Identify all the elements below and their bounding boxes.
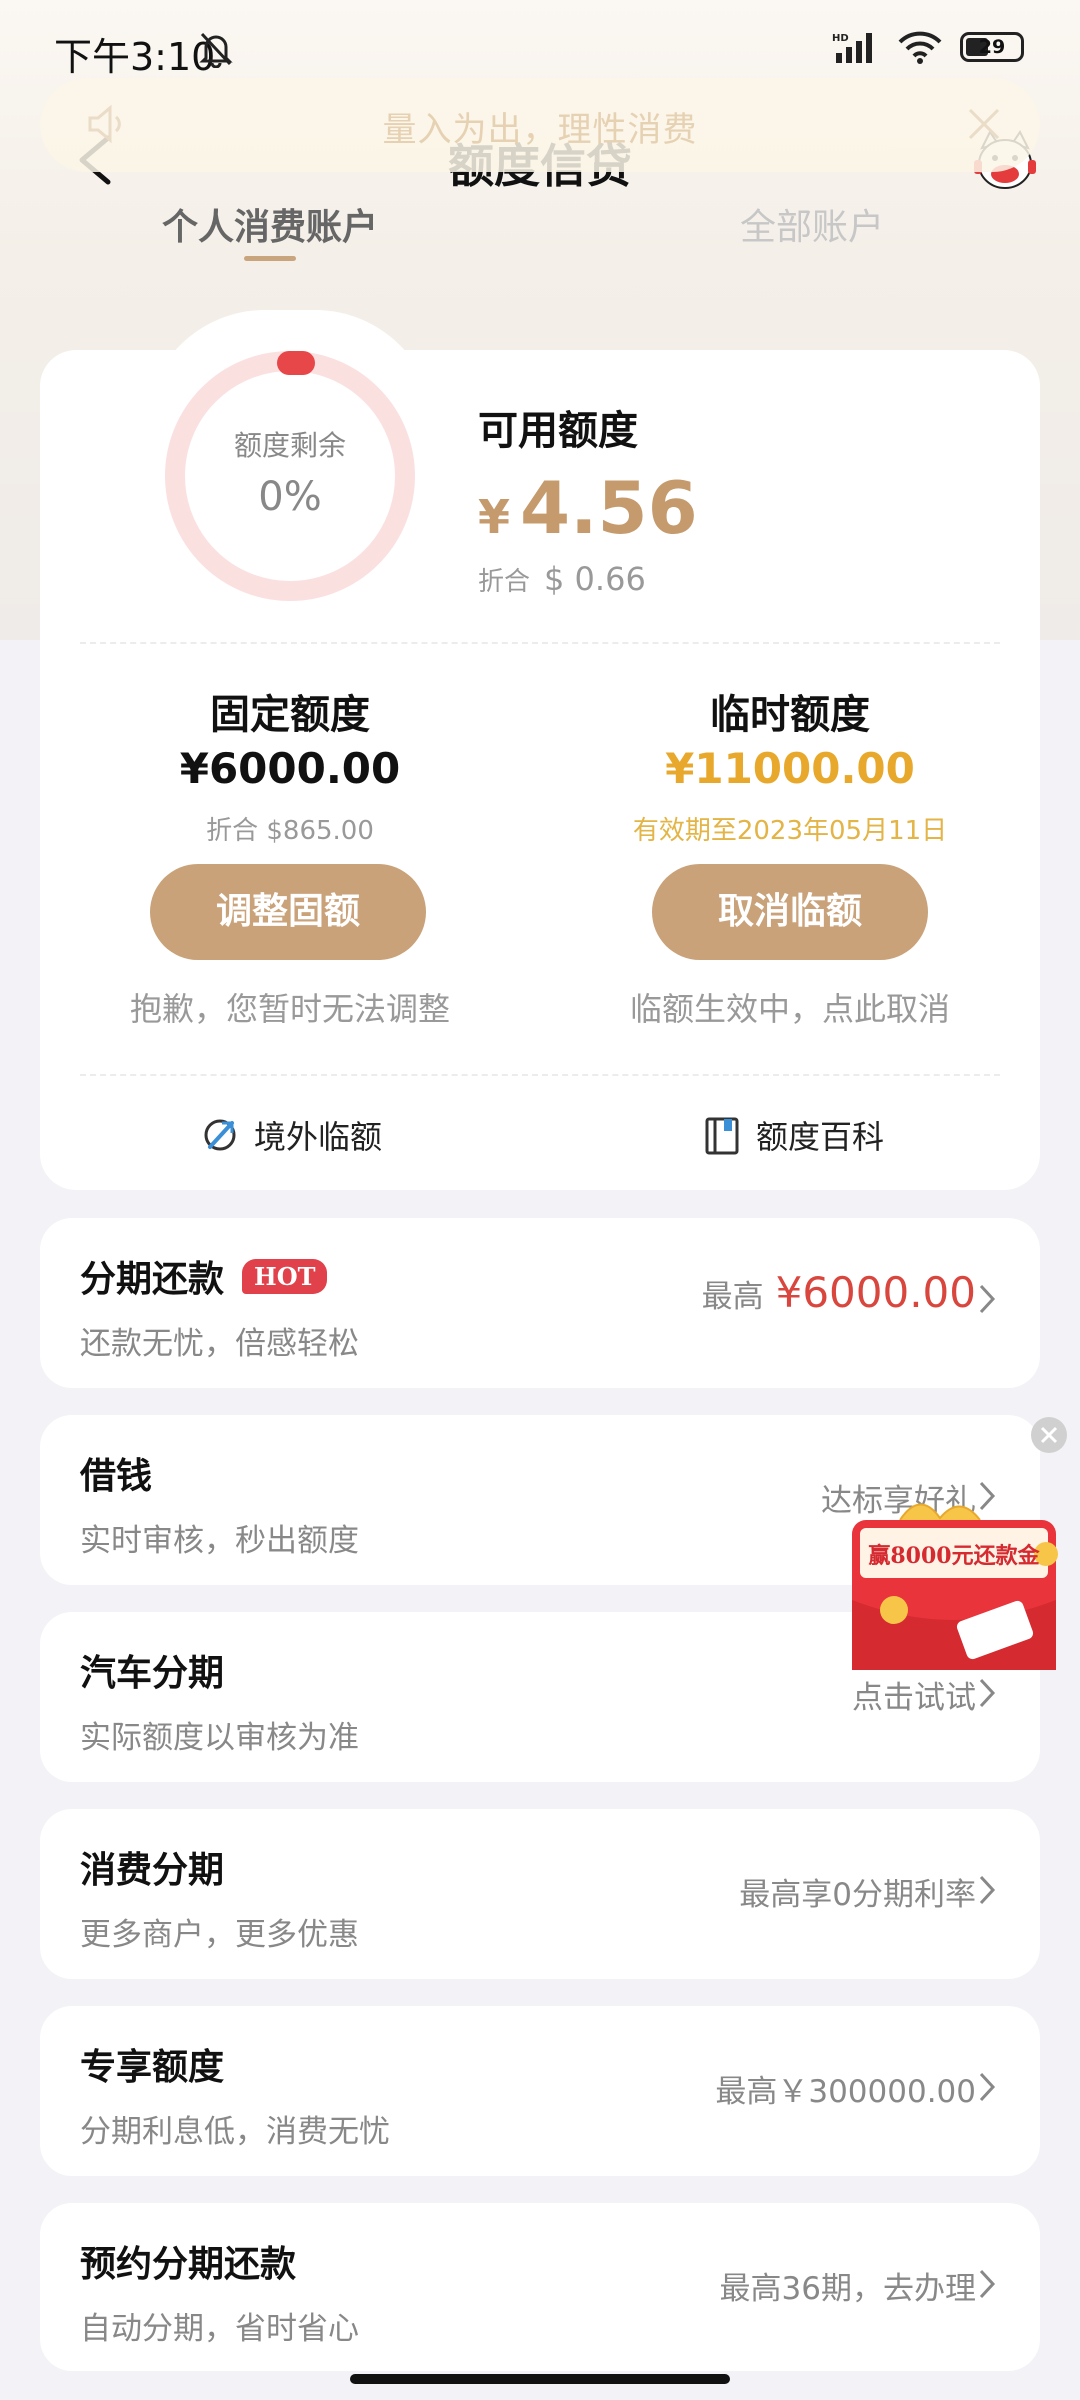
- credit-wiki-label: 额度百科: [756, 1118, 885, 1156]
- list-item-title: 专享额度: [80, 2047, 225, 2088]
- hot-badge: HOT: [242, 1258, 328, 1294]
- fixed-limit-note: 抱歉，您暂时无法调整: [129, 990, 450, 1028]
- status-time: 下午3:10: [54, 35, 216, 79]
- promo-text: 赢8000元还款金: [868, 1543, 1040, 1569]
- tab-indicator: [244, 256, 296, 261]
- temp-limit-amount: ¥11000.00: [665, 744, 915, 793]
- available-amount: ¥ 4.56: [478, 466, 698, 550]
- list-item-prefix: 最高: [701, 1279, 764, 1315]
- ring-value: 0%: [258, 474, 322, 520]
- list-item-right: 最高￥300000.00: [715, 2074, 976, 2110]
- list-item-right: 最高享0分期利率: [739, 1877, 976, 1913]
- overseas-limit-link[interactable]: 境外临额: [200, 1112, 382, 1158]
- list-item-exclusive-limit[interactable]: 专享额度 分期利息低，消费无忧 最高￥300000.00: [40, 2006, 1040, 2176]
- usd-value: $ 0.66: [544, 560, 646, 598]
- tab-personal-account[interactable]: 个人消费账户: [162, 198, 378, 250]
- notice-text: 量入为出，理性消费: [382, 110, 698, 150]
- signal-icon: HD: [832, 33, 872, 63]
- overseas-icon: [204, 1119, 236, 1151]
- adjust-fixed-button[interactable]: 调整固额: [150, 864, 426, 960]
- available-title: 可用额度: [478, 408, 638, 454]
- close-icon[interactable]: [956, 96, 1012, 152]
- promo-close-icon[interactable]: [1030, 1416, 1068, 1454]
- list-item-subtitle: 还款无忧，倍感轻松: [80, 1326, 359, 1362]
- list-item-title: 预约分期还款: [80, 2244, 297, 2285]
- wifi-icon: [898, 31, 942, 64]
- battery-icon: 29: [960, 32, 1024, 62]
- battery-level: 29: [978, 36, 1006, 58]
- available-value: 4.56: [520, 466, 698, 550]
- usd-label: 折合: [478, 567, 531, 597]
- temp-limit-title: 临时额度: [710, 692, 870, 738]
- book-icon: [705, 1117, 739, 1155]
- chevron-right-icon: [979, 2269, 996, 2299]
- fixed-limit-usd: 折合 $865.00: [206, 816, 374, 846]
- list-item-subtitle: 更多商户，更多优惠: [80, 1917, 359, 1953]
- chevron-right-icon: [979, 1284, 996, 1314]
- bell-off-icon: [199, 32, 233, 68]
- cancel-temp-button[interactable]: 取消临额: [652, 864, 928, 960]
- svg-text:HD: HD: [832, 33, 849, 44]
- list-item-subtitle: 实际额度以审核为准: [80, 1720, 359, 1756]
- home-indicator[interactable]: [350, 2374, 730, 2384]
- overseas-limit-label: 境外临额: [254, 1118, 383, 1156]
- list-item-right: 最高36期，去办理: [719, 2271, 976, 2307]
- temp-limit-note[interactable]: 临额生效中，点此取消: [608, 984, 972, 1030]
- currency-symbol: ¥: [478, 490, 511, 544]
- chevron-right-icon: [979, 2072, 996, 2102]
- list-item-price: ¥6000.00: [775, 1268, 976, 1317]
- list-item-title: 汽车分期: [80, 1653, 225, 1694]
- list-item-title: 消费分期: [80, 1850, 225, 1891]
- divider: [80, 642, 1000, 644]
- ring-label: 额度剩余: [233, 429, 346, 462]
- chevron-right-icon: [979, 1875, 996, 1905]
- red-envelope-icon: [852, 1503, 1058, 1670]
- promo-red-envelope[interactable]: 赢8000元还款金: [830, 1490, 1070, 1690]
- list-item-subtitle: 分期利息低，消费无忧: [80, 2114, 390, 2150]
- list-item-subtitle: 自动分期，省时省心: [80, 2311, 359, 2347]
- list-item-subtitle: 实时审核，秒出额度: [80, 1523, 359, 1559]
- divider: [80, 1074, 1000, 1076]
- list-item-consumer-installment[interactable]: 消费分期 更多商户，更多优惠 最高享0分期利率: [40, 1809, 1040, 1979]
- available-usd: 折合 $ 0.66: [478, 560, 646, 598]
- list-item-title: 借钱: [80, 1456, 153, 1497]
- tab-all-accounts[interactable]: 全部账户: [740, 198, 884, 250]
- list-item-scheduled-installment[interactable]: 预约分期还款 自动分期，省时省心 最高36期，去办理: [40, 2203, 1040, 2371]
- fixed-limit-amount: ¥6000.00: [179, 744, 401, 793]
- notice-banner[interactable]: 量入为出，理性消费: [40, 78, 1040, 172]
- fixed-limit-title: 固定额度: [210, 692, 370, 738]
- list-item-installment-repay[interactable]: 分期还款 HOT 还款无忧，倍感轻松 最高 ¥6000.00: [40, 1218, 1040, 1388]
- temp-limit-expiry: 有效期至2023年05月11日: [632, 816, 948, 846]
- credit-wiki-link[interactable]: 额度百科: [702, 1112, 884, 1158]
- list-item-title: 分期还款: [80, 1259, 225, 1300]
